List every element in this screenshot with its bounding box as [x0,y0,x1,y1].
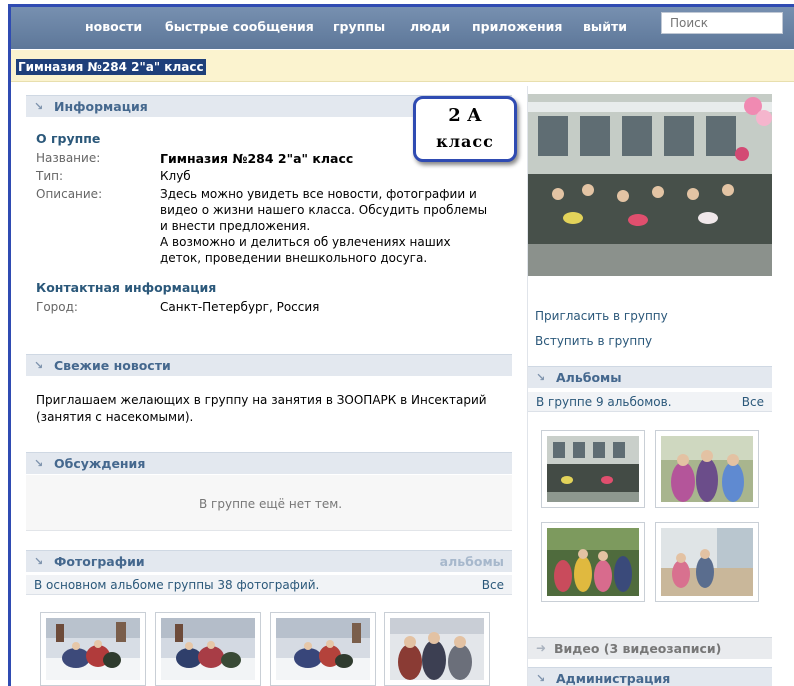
video-section-title: Видео (3 видеозаписи) [554,641,722,656]
photos-section-title: Фотографии [54,554,145,569]
news-text-line: (занятия с насекомыми). [36,410,194,424]
chevron-down-icon: ↘ [536,672,546,685]
class-badge: 2 А класс [413,96,517,162]
chevron-down-icon: ↘ [34,555,44,568]
album-thumbnail[interactable] [655,430,759,508]
news-section-title: Свежие новости [54,358,171,373]
photo-thumbnail[interactable] [40,612,146,686]
photo-thumbnail[interactable] [155,612,261,686]
album-thumbnail[interactable] [541,522,645,602]
albums-subbar: В группе 9 альбомов. Все [528,392,772,412]
discussions-empty-text: В группе ещё нет тем. [199,497,343,511]
admin-section-title: Администрация [556,671,671,686]
arrow-right-icon: ➜ [536,641,547,655]
chevron-down-icon: ↘ [34,100,44,113]
chevron-down-icon: ↘ [34,359,44,372]
nav-messages-link[interactable]: быстрые сообщения [165,19,314,34]
description-line: Здесь можно увидеть все новости, фотогра… [160,187,477,201]
video-section-header[interactable]: ➜ Видео (3 видеозаписи) [528,637,772,659]
photos-subbar: В основном альбоме группы 38 фотографий.… [26,575,512,595]
search-input[interactable] [661,12,783,34]
albums-all-link[interactable]: Все [742,395,764,409]
type-value: Клуб [160,169,191,183]
admin-section-header[interactable]: ↘ Администрация [528,667,772,686]
snow-photo-icon [390,618,484,680]
nav-news-link[interactable]: новости [85,19,142,34]
contacts-title: Контактная информация [36,280,217,295]
join-link[interactable]: Вступить в группу [535,334,652,348]
type-label: Тип: [36,169,64,183]
discussions-section-title: Обсуждения [54,456,146,471]
album-photo-icon [547,528,639,596]
snow-photo-icon [276,618,370,680]
badge-line-2: класс [436,132,494,151]
snow-photo-icon [161,618,255,680]
name-label: Название: [36,151,101,165]
nav-logout-link[interactable]: выйти [583,19,627,34]
name-value: Гимназия №284 2"а" класс [160,151,354,166]
albums-section-title: Альбомы [556,370,622,385]
snow-photo-icon [46,618,140,680]
description-line: А возможно и делиться об увлечениях наши… [160,235,451,249]
albums-count-text: В группе 9 альбомов. [536,395,672,409]
photos-all-link[interactable]: Все [482,578,504,592]
about-group-title: О группе [36,131,101,146]
photo-thumbnail[interactable] [384,612,490,686]
description-line: деток, проведении внешкольного досуга. [160,251,428,265]
photos-count-text: В основном альбоме группы 38 фотографий. [34,578,320,592]
nav-groups-link[interactable]: группы [333,19,385,34]
nav-apps-link[interactable]: приложения [472,19,562,34]
news-section-header[interactable]: ↘ Свежие новости [26,354,512,376]
group-main-photo[interactable] [528,94,772,276]
info-section-title: Информация [54,99,148,114]
description-line: видео о жизни нашего класса. Обсудить пр… [160,203,488,217]
news-text-line: Приглашаем желающих в группу на занятия … [36,393,487,407]
album-photo-icon [547,436,639,502]
description-label: Описание: [36,187,103,201]
album-photo-icon [661,436,753,502]
photo-thumbnail[interactable] [270,612,376,686]
albums-section-header[interactable]: ↘ Альбомы [528,366,772,388]
album-thumbnail[interactable] [655,522,759,602]
page-title: Гимназия №284 2"а" класс [16,59,206,75]
album-thumbnail[interactable] [541,430,645,508]
photos-section-header[interactable]: ↘ Фотографии альбомы [26,550,512,572]
chevron-down-icon: ↘ [34,457,44,470]
group-photo-icon [528,94,772,276]
description-line: и внести предложения. [160,219,311,233]
city-label: Город: [36,300,78,314]
city-value: Санкт-Петербург, Россия [160,300,320,314]
chevron-down-icon: ↘ [536,371,546,384]
invite-link[interactable]: Пригласить в группу [535,309,668,323]
albums-link[interactable]: альбомы [440,554,504,569]
badge-line-1: 2 А [448,105,482,126]
nav-people-link[interactable]: люди [410,19,450,34]
album-photo-icon [661,528,753,596]
discussions-section-header[interactable]: ↘ Обсуждения [26,452,512,474]
